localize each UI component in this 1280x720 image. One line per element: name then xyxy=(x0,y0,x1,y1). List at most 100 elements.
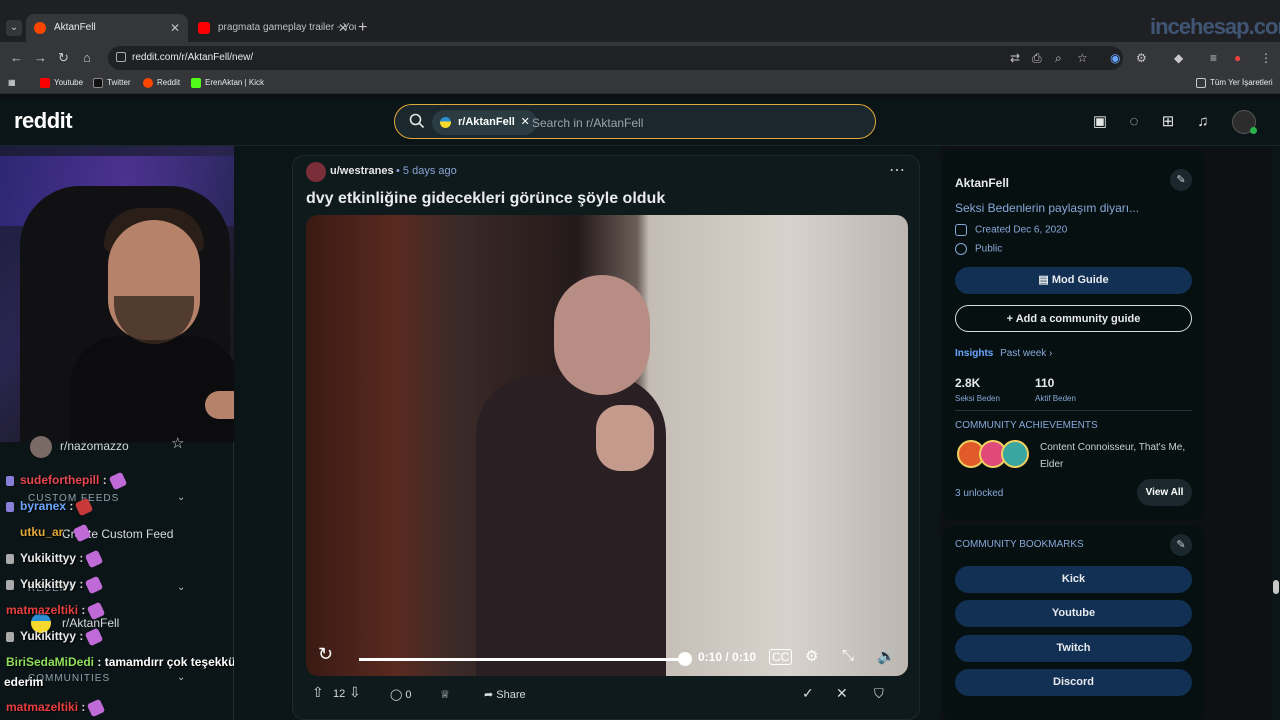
chat-text: : xyxy=(69,499,74,513)
scrollbar-thumb[interactable] xyxy=(1273,580,1279,594)
captions-icon[interactable]: CC xyxy=(769,649,793,665)
emote-icon xyxy=(87,601,106,621)
fullscreen-icon[interactable]: ⤡ xyxy=(842,647,854,664)
share-label: Share xyxy=(496,689,526,701)
close-tab-icon[interactable]: ✕ xyxy=(338,14,348,42)
mod-guide-button[interactable]: ▤ Mod Guide xyxy=(955,267,1192,294)
create-post-icon[interactable]: ⊞ xyxy=(1158,112,1178,132)
media-icon[interactable]: ◉ xyxy=(1110,51,1120,65)
chat-text: : tamamdırr çok teşekkür xyxy=(97,655,241,669)
bookmark-label: Twitter xyxy=(107,78,131,88)
user-avatar[interactable] xyxy=(1232,110,1257,134)
tab-aktanfell[interactable]: AktanFell ✕ xyxy=(26,14,188,42)
more-options-icon[interactable]: ⋯ xyxy=(889,160,905,180)
view-all-button[interactable]: View All xyxy=(1137,479,1192,506)
add-community-guide-button[interactable]: + Add a community guide xyxy=(955,305,1192,332)
search-input[interactable]: Search in r/AktanFell xyxy=(532,116,643,130)
bookmark-reddit[interactable]: Reddit xyxy=(143,78,180,88)
post-card[interactable]: u/westranes • 5 days ago ⋯ dvy etkinliği… xyxy=(292,155,920,720)
notifications-icon[interactable]: ♫ xyxy=(1193,112,1213,132)
tab-search-dropdown[interactable]: ⌄ xyxy=(6,20,22,36)
extensions-icon[interactable]: ⚙ xyxy=(1136,51,1147,65)
chat-message: ederim xyxy=(4,675,43,689)
chevron-down-icon[interactable]: ⌄ xyxy=(177,492,185,503)
x-icon xyxy=(93,78,103,88)
bookmark-label: Reddit xyxy=(157,78,181,88)
bookmark-kick-button[interactable]: Kick xyxy=(955,566,1192,593)
site-info-icon[interactable] xyxy=(116,52,126,62)
achievement-badge-icon[interactable] xyxy=(1001,440,1029,468)
upvote-icon[interactable]: ⇧ xyxy=(312,684,324,701)
approve-icon[interactable]: ✓ xyxy=(802,685,814,702)
comments-button[interactable]: ◯ 0 xyxy=(390,688,412,701)
incognito-icon[interactable]: ◆ xyxy=(1174,51,1183,65)
author-avatar[interactable] xyxy=(306,162,326,182)
remove-icon[interactable]: ✕ xyxy=(836,685,848,702)
tab-youtube[interactable]: pragmata gameplay trailer - YouTu ✕ xyxy=(190,14,356,42)
profile-icon[interactable]: ● xyxy=(1234,51,1241,65)
close-tab-icon[interactable]: ✕ xyxy=(170,14,180,42)
volume-icon[interactable]: 🔊 xyxy=(877,647,896,665)
members-label: Seksi Beden xyxy=(955,394,1000,403)
favorite-star-icon[interactable]: ☆ xyxy=(171,434,184,452)
remove-filter-icon[interactable]: ✕ xyxy=(521,110,530,135)
edit-pencil-icon[interactable]: ✎ xyxy=(1170,534,1192,556)
home-icon[interactable]: ⌂ xyxy=(83,50,91,65)
video-scrubber[interactable] xyxy=(678,652,692,666)
new-tab-icon[interactable]: + xyxy=(358,19,367,37)
insights-row[interactable]: Insights Past week › xyxy=(955,348,1052,359)
all-bookmarks[interactable]: Tüm Yer İşaretleri xyxy=(1196,78,1273,88)
video-progress-bar[interactable] xyxy=(359,658,685,661)
page-scrollbar[interactable] xyxy=(1272,146,1280,720)
bookmark-youtube[interactable]: Youtube xyxy=(40,78,83,88)
menu-icon[interactable]: ⋮ xyxy=(1260,51,1272,65)
emote-icon xyxy=(85,575,104,595)
edit-pencil-icon[interactable]: ✎ xyxy=(1170,169,1192,191)
reload-icon[interactable]: ↻ xyxy=(58,50,69,66)
reddit-logo[interactable]: reddit xyxy=(14,108,73,134)
emote-icon xyxy=(85,549,104,569)
award-icon[interactable]: ♕ xyxy=(440,688,450,701)
chevron-down-icon[interactable]: ⌄ xyxy=(177,582,185,593)
chat-text: : xyxy=(79,629,84,643)
community-filter-chip[interactable]: r/AktanFell ✕ xyxy=(432,110,537,135)
folder-icon xyxy=(1196,78,1206,88)
sidebar-item-nazomazzo[interactable]: r/nazomazzo xyxy=(30,436,129,458)
translate-icon[interactable]: ⇄ xyxy=(1010,51,1020,65)
chat-user: Yukikittyy xyxy=(20,577,77,591)
forward-icon[interactable]: → xyxy=(34,50,47,65)
bookmark-twitter[interactable]: Twitter xyxy=(93,78,131,88)
mod-shield-icon[interactable]: ⛉ xyxy=(874,686,884,702)
video-figure-head xyxy=(554,275,650,395)
apps-grid-icon[interactable]: ▦ xyxy=(8,78,16,87)
replay-icon[interactable]: ↻ xyxy=(318,644,333,665)
zoom-icon[interactable]: ⌕ xyxy=(1055,51,1062,66)
kick-icon xyxy=(191,78,201,88)
bookmark-kick[interactable]: ErenAktan | Kick xyxy=(191,78,264,88)
post-author[interactable]: u/westranes xyxy=(330,165,394,177)
share-icon: ➦ xyxy=(484,689,494,701)
video-player[interactable]: ↻ 0:10 / 0:10 CC ⚙ ⤡ 🔊 xyxy=(306,215,908,676)
created-text: Created Dec 6, 2020 xyxy=(975,224,1068,236)
vote-count: 12 xyxy=(333,688,346,700)
downvote-icon[interactable]: ⇩ xyxy=(349,684,361,701)
chat-icon[interactable]: ◌ xyxy=(1124,112,1144,132)
share-button[interactable]: ➦ Share xyxy=(484,688,526,701)
bookmark-discord-button[interactable]: Discord xyxy=(955,669,1192,696)
advertise-icon[interactable]: ▣ xyxy=(1090,112,1110,132)
search-bar[interactable]: r/AktanFell ✕ Search in r/AktanFell xyxy=(394,104,876,139)
post-title[interactable]: dvy etkinliğine gidecekleri görünce şöyl… xyxy=(306,190,665,208)
bookmark-label: ErenAktan | Kick xyxy=(205,78,264,88)
bookmark-star-icon[interactable]: ☆ xyxy=(1077,51,1088,65)
bookmark-twitch-button[interactable]: Twitch xyxy=(955,635,1192,662)
reading-list-icon[interactable]: ≡ xyxy=(1210,51,1217,65)
chevron-down-icon[interactable]: ⌄ xyxy=(177,672,185,683)
url-input[interactable]: reddit.com/r/AktanFell/new/ xyxy=(108,46,1123,70)
back-icon[interactable]: ← xyxy=(10,50,23,65)
divider xyxy=(955,410,1192,411)
settings-gear-icon[interactable]: ⚙ xyxy=(805,647,818,665)
install-icon[interactable]: ⎙ xyxy=(1032,51,1042,66)
bookmark-youtube-button[interactable]: Youtube xyxy=(955,600,1192,627)
emote-icon xyxy=(85,627,104,647)
reddit-icon xyxy=(143,78,153,88)
